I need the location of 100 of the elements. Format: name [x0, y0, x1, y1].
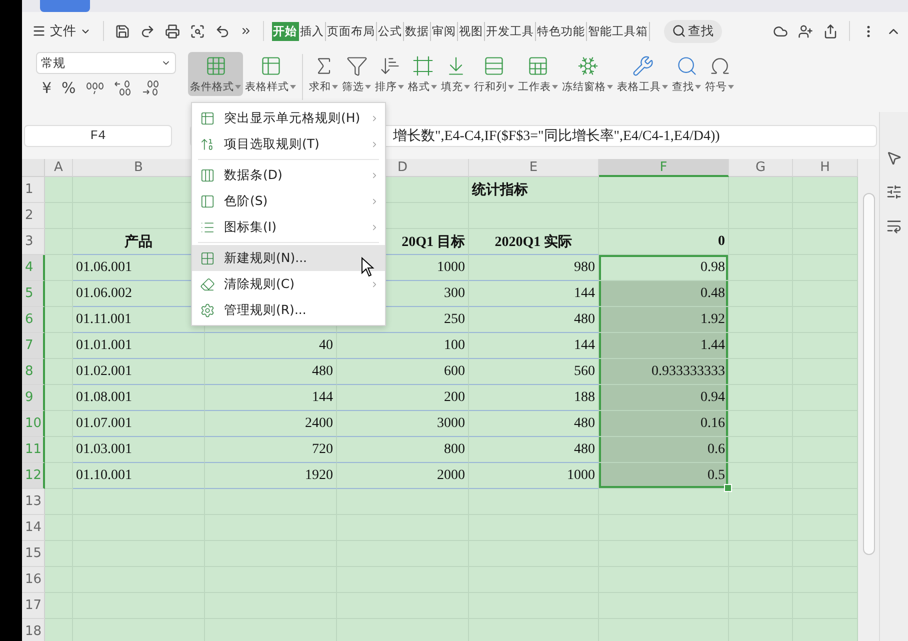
ribbon-tool-button[interactable]: 工作表 [516, 52, 560, 96]
row-header[interactable]: 13 [22, 489, 45, 515]
table-cell: 统计指标 [469, 177, 599, 203]
caret-icon [728, 85, 734, 89]
table-cell [729, 437, 793, 463]
ribbon-tool-button[interactable]: 条件格式 [188, 52, 243, 96]
ribbon-tab[interactable]: 开发工具 [485, 22, 536, 40]
increase-decimal-icon[interactable] [114, 80, 132, 96]
row-header[interactable]: 15 [22, 541, 45, 567]
ribbon-tool-button[interactable]: 格式 [406, 52, 439, 96]
table-cell [729, 463, 793, 489]
table-cell: 01.10.001 [73, 463, 205, 489]
rows-icon [483, 55, 505, 77]
column-header[interactable]: H [793, 159, 858, 177]
table-cell [45, 255, 73, 281]
ribbon-tool-button[interactable]: 行和列 [472, 52, 516, 96]
number-format-button[interactable]: ¥ [42, 79, 52, 97]
menu-item[interactable]: 项目选取规则(T) [192, 131, 385, 157]
column-header[interactable]: G [729, 159, 793, 177]
table-cell [45, 229, 73, 255]
menu-item[interactable]: 色阶(S) [192, 188, 385, 214]
scrollbar-thumb[interactable] [863, 193, 875, 555]
ribbon-tool-button[interactable]: 筛选 [340, 52, 373, 96]
ribbon-tab[interactable]: 插入 [299, 22, 326, 40]
table-cell: 0.48 [599, 281, 729, 307]
table-cell: 3000 [337, 411, 469, 437]
table-cell: 2000 [337, 463, 469, 489]
table-cell: 01.03.001 [73, 437, 205, 463]
table-cell: 144 [205, 385, 337, 411]
sort-icon [378, 55, 400, 77]
table-cell [45, 541, 73, 567]
number-format-button[interactable]: % [62, 79, 76, 97]
column-header[interactable]: A [45, 159, 73, 177]
menu-item[interactable]: 管理规则(R)... [192, 297, 385, 323]
name-box[interactable]: F4 [24, 124, 172, 146]
columns-icon [200, 168, 215, 182]
ribbon-tab[interactable]: 智能工具箱 [587, 22, 650, 40]
mouse-cursor-icon [361, 257, 375, 277]
omega-icon [708, 55, 730, 77]
row-header[interactable]: 1 [22, 177, 45, 203]
sort-number-icon [200, 136, 215, 152]
ribbon-tool-button[interactable]: 求和 [307, 52, 340, 96]
table-cell [45, 281, 73, 307]
row-header[interactable]: 16 [22, 567, 45, 593]
number-format-dropdown[interactable]: 常规 [36, 52, 176, 74]
caret-icon [398, 85, 404, 89]
table-cell: 800 [337, 437, 469, 463]
ribbon-tab[interactable]: 公式 [377, 22, 404, 40]
sliders-icon[interactable] [886, 184, 902, 200]
decrease-decimal-icon[interactable] [142, 80, 160, 96]
table-cell: 200 [337, 385, 469, 411]
row-header[interactable]: 2 [22, 203, 45, 229]
table-cell [45, 593, 73, 619]
menu-item[interactable]: 数据条(D) [192, 162, 385, 188]
ribbon-tool-button[interactable]: 查找 [670, 52, 703, 96]
fill-handle[interactable] [724, 484, 732, 492]
panel-icon [200, 194, 215, 208]
ribbon-tab[interactable]: 数据 [404, 22, 431, 40]
settings-icon [200, 302, 215, 318]
table-cell: 1920 [205, 463, 337, 489]
file-menu[interactable]: 文件 [28, 20, 95, 42]
ribbon-tab[interactable]: 审阅 [431, 22, 458, 40]
menu-item[interactable]: 图标集(I) [192, 214, 385, 240]
pointer-icon[interactable] [886, 150, 902, 166]
menu-item[interactable]: 清除规则(C) [192, 271, 385, 297]
table-cell: 720 [205, 437, 337, 463]
caret-icon [607, 85, 613, 89]
thousands-separator-icon[interactable] [86, 81, 104, 95]
ribbon-tab[interactable]: 页面布局 [326, 22, 377, 40]
row-header[interactable]: 14 [22, 515, 45, 541]
table-cell [729, 177, 793, 203]
table-cell [45, 359, 73, 385]
table-cell [45, 307, 73, 333]
row-header[interactable]: 18 [22, 619, 45, 641]
table-cell: 0.6 [599, 437, 729, 463]
wrap-text-icon[interactable] [886, 218, 902, 234]
menu-item[interactable]: 突出显示单元格规则(H) [192, 105, 385, 131]
ribbon-tool-button[interactable]: 表格工具 [615, 52, 670, 96]
row-header[interactable]: 17 [22, 593, 45, 619]
caret-icon [332, 85, 338, 89]
wrench-icon [632, 55, 654, 77]
ribbon-tool-button[interactable]: 冻结窗格 [560, 52, 615, 96]
ribbon-tool-button[interactable]: 表格样式 [243, 52, 298, 96]
table-cell [45, 437, 73, 463]
ribbon-tab[interactable]: 开始 [272, 22, 299, 40]
ribbon-tab[interactable]: 特色功能 [536, 22, 587, 40]
table-cell: 0.98 [599, 255, 729, 281]
ribbon-tool-button[interactable]: 排序 [373, 52, 406, 96]
search-button[interactable]: 查找 [664, 20, 722, 42]
ribbon-tool-button[interactable]: 符号 [703, 52, 736, 96]
ribbon-tab[interactable]: 视图 [458, 22, 485, 40]
column-header[interactable]: E [469, 159, 599, 177]
caret-icon [290, 85, 296, 89]
caret-icon [431, 85, 437, 89]
ribbon-tool-button[interactable]: 填充 [439, 52, 472, 96]
table-cell: 100 [337, 333, 469, 359]
table-cell: 0 [599, 229, 729, 255]
row-header[interactable]: 3 [22, 229, 45, 255]
table-cell: 600 [337, 359, 469, 385]
menu-item[interactable]: 新建规则(N)... [192, 245, 385, 271]
